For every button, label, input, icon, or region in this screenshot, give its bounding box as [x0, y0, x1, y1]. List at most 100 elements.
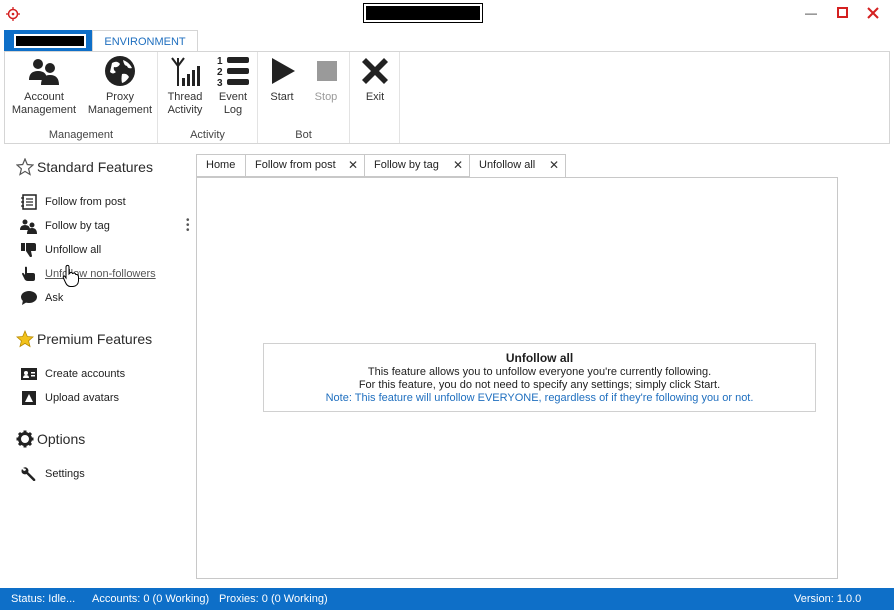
- title-bar: —: [0, 0, 894, 30]
- feature-note: Note: This feature will unfollow EVERYON…: [325, 392, 754, 404]
- stop-button[interactable]: Stop: [306, 54, 346, 104]
- section-premium-features: Premium Features: [16, 330, 152, 348]
- speech-bubble-icon: [21, 291, 37, 305]
- tab-unfollow-all[interactable]: Unfollow all ✕: [469, 154, 566, 178]
- x-mark-icon: [362, 58, 388, 84]
- pointing-hand-icon: [22, 266, 35, 281]
- accounts-status: Accounts: 0 (0 Working): [92, 593, 210, 605]
- maximize-icon: [837, 7, 848, 18]
- section-standard-features: Standard Features: [16, 158, 153, 176]
- version-text: Version: 1.0.0: [794, 593, 862, 605]
- id-card-icon: [21, 368, 37, 380]
- tab-follow-by-tag[interactable]: Follow by tag ✕: [364, 154, 470, 177]
- options-title: Options: [37, 431, 86, 447]
- numbered-list-icon: 1 2 3: [217, 56, 249, 88]
- exit-button[interactable]: Exit: [354, 54, 396, 104]
- sidebar-item-label: Settings: [45, 468, 85, 480]
- svg-text:2: 2: [217, 67, 223, 78]
- account-management-button[interactable]: Account Management: [9, 54, 79, 117]
- wrench-icon: [21, 467, 36, 481]
- tab-home[interactable]: Home: [196, 154, 246, 177]
- event-log-label: Event Log: [218, 91, 248, 116]
- notebook-icon: [21, 194, 37, 210]
- sidebar-item-create-accounts[interactable]: Create accounts: [20, 366, 125, 382]
- section-options: Options: [16, 430, 85, 448]
- stop-icon: [317, 61, 337, 81]
- sidebar-item-ask[interactable]: Ask: [20, 290, 63, 306]
- ribbon-group-management: Account Management Proxy Management Mana…: [5, 52, 158, 143]
- crosshair-icon: [6, 7, 20, 21]
- sidebar-item-label: Follow from post: [45, 196, 126, 208]
- gear-icon: [16, 430, 34, 448]
- status-text: Status: Idle...: [11, 593, 76, 605]
- tab-close-icon[interactable]: ✕: [549, 155, 559, 176]
- event-log-button[interactable]: 1 2 3 Event Log: [210, 54, 256, 117]
- status-bar: Status: Idle... Accounts: 0 (0 Working) …: [0, 588, 894, 610]
- ribbon-group-bot: Start Stop Bot: [258, 52, 350, 143]
- account-management-label: Account Management: [11, 91, 77, 116]
- proxy-management-button[interactable]: Proxy Management: [85, 54, 155, 117]
- close-icon: [867, 7, 879, 19]
- antenna-signal-icon: [171, 57, 200, 86]
- exit-label: Exit: [365, 91, 385, 103]
- tab-close-icon[interactable]: ✕: [348, 155, 358, 176]
- maximize-button[interactable]: [832, 4, 854, 22]
- sidebar-item-unfollow-non-followers[interactable]: Unfollow non-followers: [20, 266, 156, 282]
- tab-label: Follow from post: [255, 159, 336, 171]
- tab-label: Unfollow all: [479, 159, 536, 171]
- sidebar: Standard Features Follow from post Follo…: [0, 150, 192, 580]
- thread-activity-button[interactable]: Thread Activity: [162, 54, 208, 117]
- feature-title: Unfollow all: [505, 351, 574, 365]
- file-tab[interactable]: [4, 30, 92, 52]
- svg-text:3: 3: [217, 78, 223, 88]
- close-button[interactable]: [862, 4, 884, 22]
- globe-icon: [105, 56, 135, 86]
- ribbon-group-activity: Thread Activity 1 2 3 Event Log Activity: [158, 52, 258, 143]
- premium-features-title: Premium Features: [37, 331, 153, 347]
- sidebar-item-label: Upload avatars: [45, 392, 119, 404]
- stop-label: Stop: [314, 91, 338, 103]
- thumbs-down-icon: [21, 243, 36, 257]
- star-filled-icon: [16, 330, 34, 348]
- file-tab-redacted: [14, 34, 86, 48]
- feature-description-line1: This feature allows you to unfollow ever…: [367, 366, 712, 378]
- play-icon: [272, 58, 295, 84]
- feature-info-box: Unfollow all This feature allows you to …: [263, 343, 816, 412]
- ribbon-tab-strip: ENVIRONMENT: [0, 30, 894, 52]
- group-label-activity: Activity: [190, 129, 225, 141]
- hand-cursor-icon: [62, 264, 79, 287]
- thread-activity-label: Thread Activity: [167, 91, 203, 116]
- sidebar-item-follow-from-post[interactable]: Follow from post: [20, 194, 126, 210]
- tab-follow-from-post[interactable]: Follow from post ✕: [245, 154, 365, 177]
- tab-label: Follow by tag: [374, 159, 439, 171]
- start-label: Start: [270, 91, 294, 103]
- feature-description-line2: For this feature, you do not need to spe…: [358, 379, 721, 391]
- users-icon: [29, 59, 59, 85]
- start-button[interactable]: Start: [262, 54, 302, 104]
- proxies-status: Proxies: 0 (0 Working): [219, 593, 328, 605]
- content-panel: Unfollow all This feature allows you to …: [196, 177, 838, 579]
- sidebar-item-label: Ask: [45, 292, 64, 304]
- tab-close-icon[interactable]: ✕: [453, 155, 463, 176]
- splitter-grip[interactable]: • • •: [186, 216, 190, 236]
- standard-features-title: Standard Features: [37, 159, 153, 175]
- ribbon-panel: Account Management Proxy Management Mana…: [4, 51, 890, 144]
- sidebar-item-follow-by-tag[interactable]: Follow by tag: [20, 218, 110, 234]
- tab-label: Home: [206, 159, 236, 171]
- star-outline-icon: [16, 158, 34, 176]
- window-title-redacted: [363, 3, 483, 23]
- sidebar-item-label: Unfollow all: [45, 244, 102, 256]
- upload-image-icon: [22, 391, 36, 405]
- minimize-button[interactable]: —: [800, 4, 822, 22]
- tab-environment[interactable]: ENVIRONMENT: [92, 30, 198, 52]
- group-label-bot: Bot: [295, 129, 312, 141]
- svg-text:1: 1: [217, 56, 223, 67]
- sidebar-item-settings[interactable]: Settings: [20, 466, 85, 482]
- proxy-management-label: Proxy Management: [87, 91, 153, 116]
- users-icon: [20, 219, 37, 234]
- sidebar-item-label: Follow by tag: [45, 220, 110, 232]
- sidebar-item-unfollow-all[interactable]: Unfollow all: [20, 242, 101, 258]
- sidebar-item-upload-avatars[interactable]: Upload avatars: [20, 390, 119, 406]
- group-label-management: Management: [48, 129, 114, 141]
- sidebar-item-label: Create accounts: [45, 368, 126, 380]
